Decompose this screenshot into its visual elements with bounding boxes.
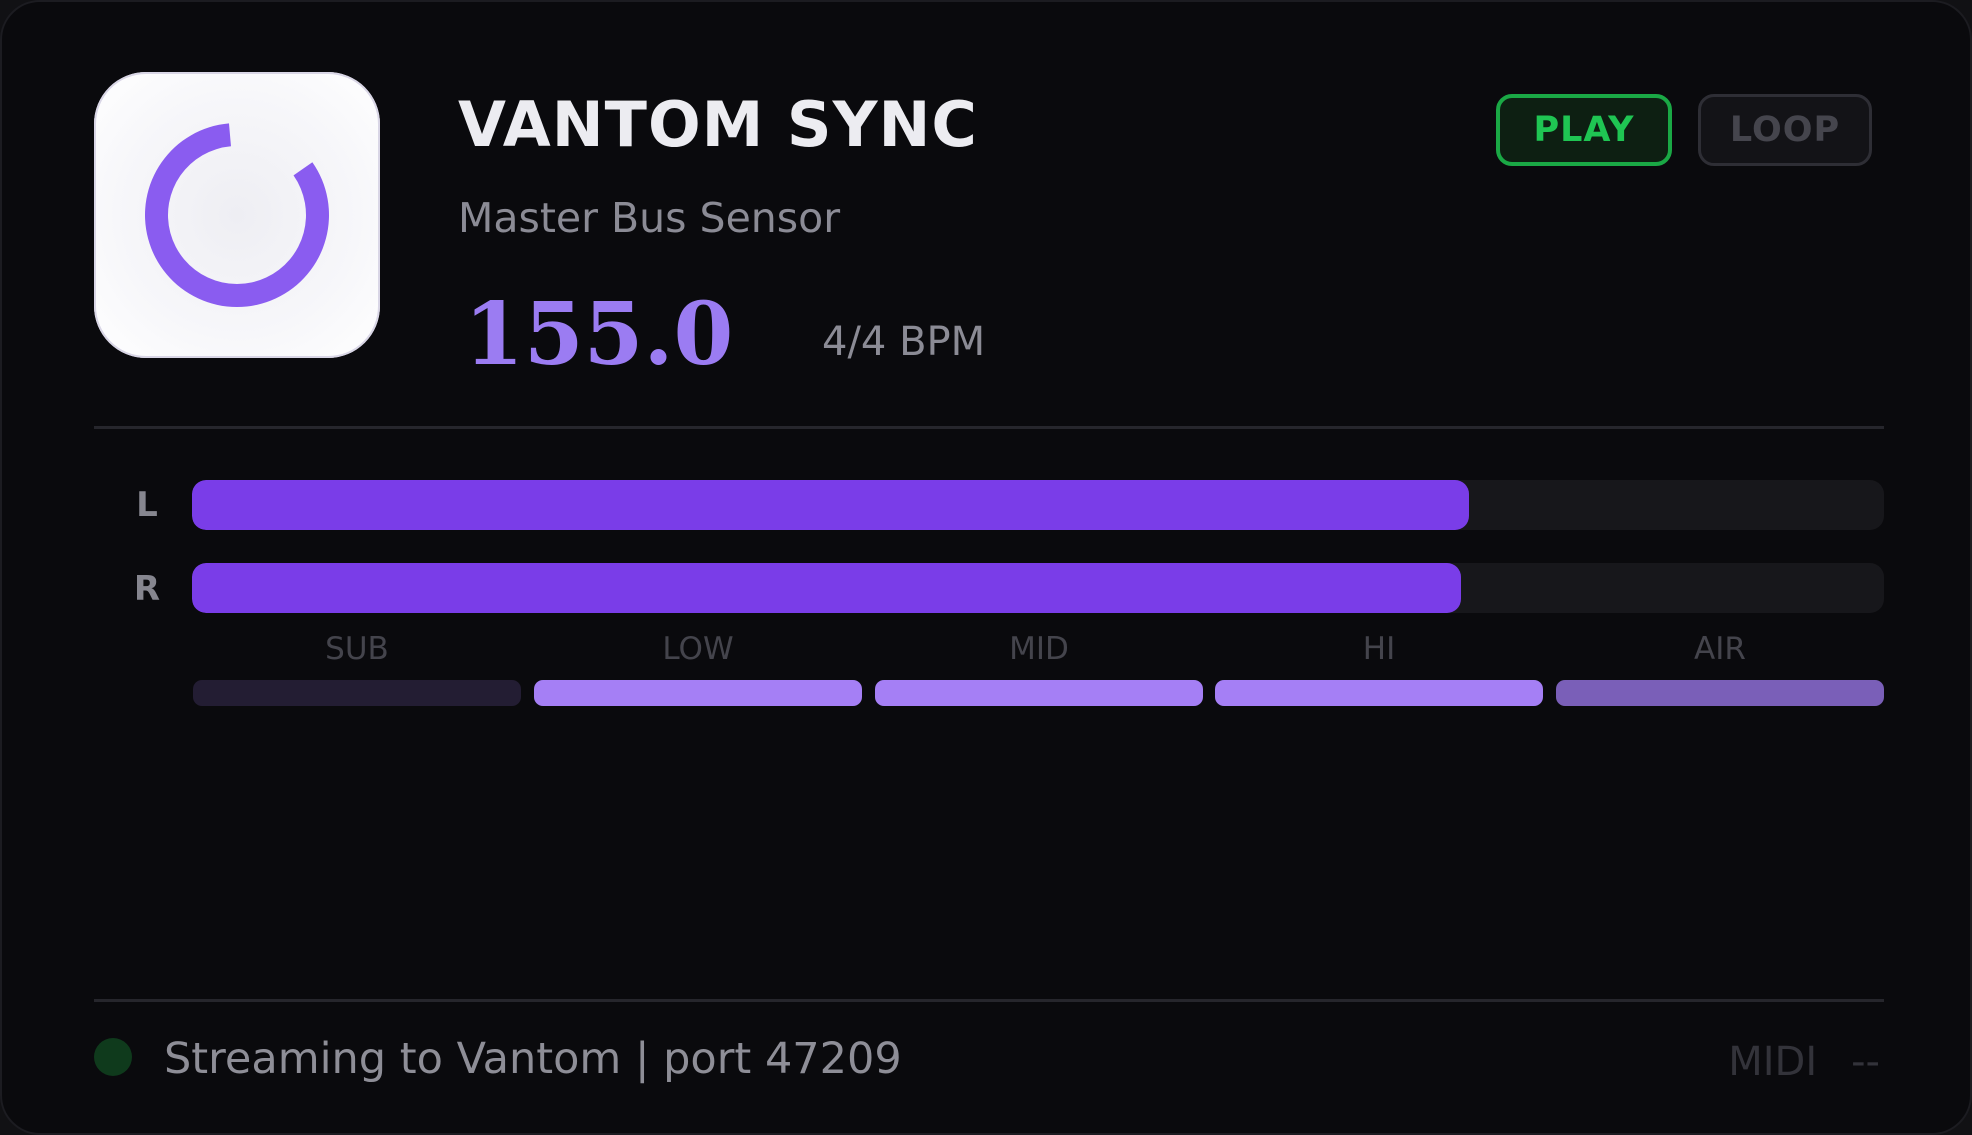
right-level-meter [192,563,1884,613]
play-button[interactable]: PLAY [1496,94,1672,166]
midi-label: MIDI [1728,1039,1818,1085]
bpm-unit: 4/4 BPM [822,319,986,365]
right-level-fill [192,563,1461,613]
sensor-panel: VANTOM SYNC Master Bus Sensor 155.0 4/4 … [0,0,1972,1135]
band-bar-mid [875,680,1203,706]
band-bar-low [534,680,862,706]
left-channel-label: L [136,485,158,525]
band-bar-sub [193,680,521,706]
band-label-air: AIR [1694,631,1746,667]
loop-button[interactable]: LOOP [1698,94,1872,166]
band-label-low: LOW [662,631,734,667]
band-bar-air [1556,680,1884,706]
band-label-hi: HI [1362,631,1396,667]
app-logo-icon [94,72,380,358]
ring-logo-icon [145,123,329,307]
app-subtitle: Master Bus Sensor [458,194,841,242]
logo-ring-shape [145,123,329,307]
midi-status: MIDI -- [1728,1042,1880,1082]
footer-divider [94,999,1884,1002]
app-title: VANTOM SYNC [458,88,978,161]
left-level-meter [192,480,1884,530]
band-bar-hi [1215,680,1543,706]
midi-value: -- [1851,1039,1880,1085]
bpm-value: 155.0 [464,284,734,385]
band-label-mid: MID [1009,631,1069,667]
right-channel-label: R [133,569,161,609]
band-label-sub: SUB [325,631,389,667]
header-divider [94,426,1884,429]
connection-status-text: Streaming to Vantom | port 47209 [164,1034,902,1084]
left-level-fill [192,480,1470,530]
connection-status-indicator [94,1038,132,1076]
